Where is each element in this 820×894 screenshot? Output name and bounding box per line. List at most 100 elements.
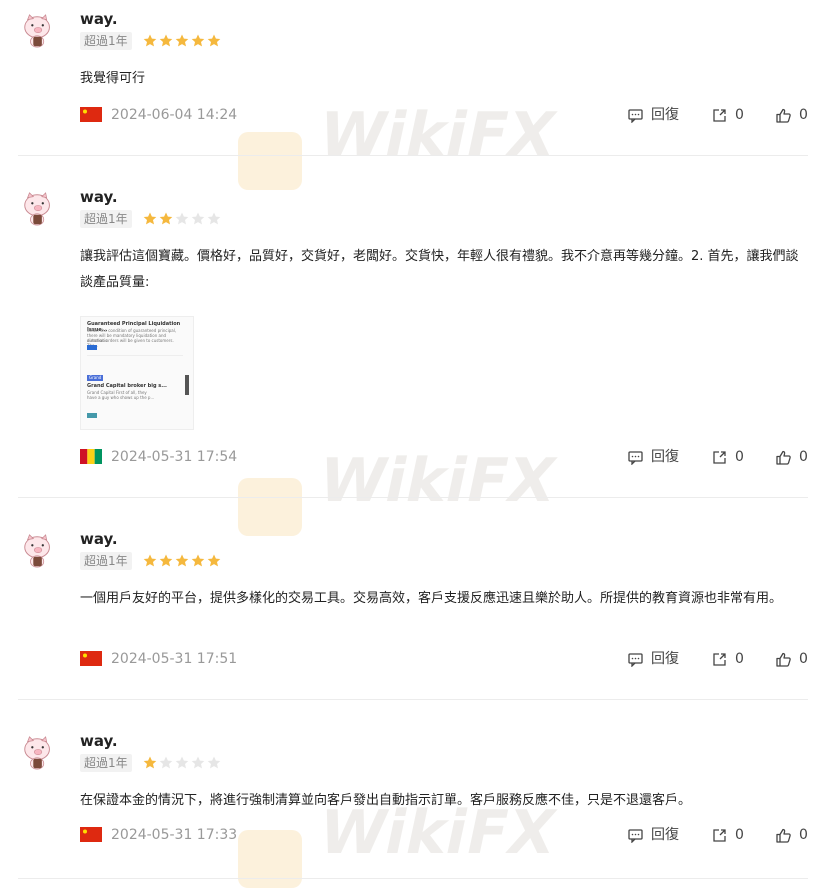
star-filled-icon bbox=[191, 34, 205, 47]
share-count: 0 bbox=[735, 827, 744, 843]
reply-button[interactable]: 回復 bbox=[628, 106, 679, 124]
star-empty-icon bbox=[207, 756, 221, 769]
like-count: 0 bbox=[799, 449, 808, 465]
like-button[interactable]: 0 bbox=[776, 106, 808, 124]
star-filled-icon bbox=[175, 554, 189, 567]
reply-button[interactable]: 回復 bbox=[628, 826, 679, 844]
username[interactable]: way. bbox=[80, 732, 118, 750]
review-date: 2024-05-31 17:51 bbox=[111, 651, 238, 667]
account-age-tag: 超過1年 bbox=[80, 210, 132, 228]
divider bbox=[18, 497, 808, 498]
comment-icon bbox=[628, 108, 643, 123]
thumb-icon bbox=[87, 345, 97, 350]
like-count: 0 bbox=[799, 107, 808, 123]
star-filled-icon bbox=[143, 554, 157, 567]
star-filled-icon bbox=[143, 756, 157, 769]
share-count: 0 bbox=[735, 449, 744, 465]
thumb-text: have a guy who shows up the p... bbox=[87, 395, 155, 400]
share-icon bbox=[713, 450, 726, 464]
star-filled-icon bbox=[207, 34, 221, 47]
pig-avatar bbox=[24, 192, 50, 226]
comment-icon bbox=[628, 652, 643, 667]
star-empty-icon bbox=[175, 756, 189, 769]
share-button[interactable]: 0 bbox=[712, 106, 744, 124]
divider bbox=[18, 699, 808, 700]
share-count: 0 bbox=[735, 651, 744, 667]
star-filled-icon bbox=[159, 212, 173, 225]
pig-avatar bbox=[24, 736, 50, 770]
like-button[interactable]: 0 bbox=[776, 650, 808, 668]
thumb-divider bbox=[87, 355, 183, 356]
reply-button[interactable]: 回復 bbox=[628, 448, 679, 466]
star-filled-icon bbox=[175, 34, 189, 47]
star-filled-icon bbox=[191, 554, 205, 567]
china-flag-icon bbox=[80, 827, 102, 842]
star-filled-icon bbox=[159, 554, 173, 567]
reply-label: 回復 bbox=[651, 827, 679, 843]
star-empty-icon bbox=[191, 212, 205, 225]
review-date: 2024-05-31 17:54 bbox=[111, 449, 238, 465]
reply-label: 回復 bbox=[651, 107, 679, 123]
thumb-scrollbar bbox=[185, 375, 189, 395]
reply-label: 回復 bbox=[651, 651, 679, 667]
share-button[interactable]: 0 bbox=[712, 448, 744, 466]
review-text: 讓我評估這個寶藏。價格好，品質好，交貨好，老闆好。交貨快，年輕人很有禮貌。我不介… bbox=[80, 249, 799, 290]
pig-avatar bbox=[24, 14, 50, 48]
review-text: 一個用戶友好的平台，提供多樣化的交易工具。交易高效，客戶支援反應迅速且樂於助人。… bbox=[80, 591, 783, 606]
account-age-tag: 超過1年 bbox=[80, 552, 132, 570]
account-age-tag: 超過1年 bbox=[80, 32, 132, 50]
account-age-tag: 超過1年 bbox=[80, 754, 132, 772]
reply-label: 回復 bbox=[651, 449, 679, 465]
china-flag-icon bbox=[80, 651, 102, 666]
share-button[interactable]: 0 bbox=[712, 826, 744, 844]
thumb-text: direction orders will be given to custom… bbox=[87, 338, 174, 348]
review-date: 2024-06-04 14:24 bbox=[111, 107, 238, 123]
thumb-icon bbox=[87, 413, 97, 418]
star-filled-icon bbox=[159, 34, 173, 47]
share-icon bbox=[713, 108, 726, 122]
username[interactable]: way. bbox=[80, 530, 118, 548]
watermark-logo-icon bbox=[238, 478, 302, 536]
comment-icon bbox=[628, 828, 643, 843]
thumb-tag: Grand bbox=[87, 375, 104, 381]
review-text: 我覺得可行 bbox=[80, 71, 146, 86]
like-button[interactable]: 0 bbox=[776, 826, 808, 844]
star-empty-icon bbox=[159, 756, 173, 769]
star-empty-icon bbox=[191, 756, 205, 769]
username[interactable]: way. bbox=[80, 188, 118, 206]
star-rating bbox=[142, 553, 222, 569]
star-empty-icon bbox=[207, 212, 221, 225]
star-rating bbox=[142, 755, 222, 771]
star-filled-icon bbox=[143, 34, 157, 47]
like-button[interactable]: 0 bbox=[776, 448, 808, 466]
share-icon bbox=[713, 828, 726, 842]
thumbs-up-icon bbox=[776, 108, 791, 123]
thumbs-up-icon bbox=[776, 450, 791, 465]
divider bbox=[18, 155, 808, 156]
china-flag-icon bbox=[80, 107, 102, 122]
comment-icon bbox=[628, 450, 643, 465]
star-filled-icon bbox=[207, 554, 221, 567]
thumbs-up-icon bbox=[776, 828, 791, 843]
review-image-thumbnail[interactable]: Guaranteed Principal Liquidation Issue..… bbox=[80, 316, 194, 430]
star-rating bbox=[142, 33, 222, 49]
watermark-logo-icon bbox=[238, 132, 302, 190]
share-button[interactable]: 0 bbox=[712, 650, 744, 668]
thumbs-up-icon bbox=[776, 652, 791, 667]
like-count: 0 bbox=[799, 827, 808, 843]
star-empty-icon bbox=[175, 212, 189, 225]
star-filled-icon bbox=[143, 212, 157, 225]
review-meta: 2024-05-31 17:54 回復 0 0 bbox=[80, 448, 810, 466]
guinea-flag-icon bbox=[80, 449, 102, 464]
reply-button[interactable]: 回復 bbox=[628, 650, 679, 668]
review-meta: 2024-05-31 17:33 回復 0 0 bbox=[80, 826, 810, 844]
review-text: 在保證本金的情況下，將進行強制清算並向客戶發出自動指示訂單。客戶服務反應不佳，只… bbox=[80, 793, 692, 808]
username[interactable]: way. bbox=[80, 10, 118, 28]
share-icon bbox=[713, 652, 726, 666]
divider bbox=[18, 878, 808, 879]
review-meta: 2024-05-31 17:51 回復 0 0 bbox=[80, 650, 810, 668]
thumb-title: Grand Capital broker big s... bbox=[87, 383, 167, 389]
pig-avatar bbox=[24, 534, 50, 568]
share-count: 0 bbox=[735, 107, 744, 123]
star-rating bbox=[142, 211, 222, 227]
